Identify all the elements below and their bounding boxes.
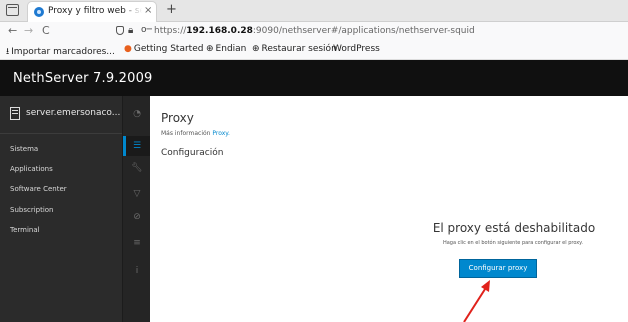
bookmark-label: Getting Started bbox=[133, 44, 204, 54]
favicon-icon bbox=[34, 7, 44, 17]
url-prefix: https:// bbox=[154, 26, 187, 36]
more-info-text: Más información bbox=[161, 130, 211, 137]
bookmark-import[interactable]: ⭳ Importar marcadores... bbox=[6, 44, 115, 60]
sidebar-item-software-center[interactable]: Software Center bbox=[10, 185, 67, 193]
bookmark-label: Importar marcadores... bbox=[11, 47, 115, 57]
forward-arrow-icon[interactable]: → bbox=[24, 24, 33, 37]
app-icon-column: ◔ ☰ 🔧︎ ▽ ⊘ ≡ i bbox=[122, 96, 151, 322]
bookmark-getting-started[interactable]: ● Getting Started bbox=[124, 44, 203, 54]
sidebar-item-terminal[interactable]: Terminal bbox=[10, 226, 40, 234]
app-header: NethServer 7.9.2009 bbox=[0, 60, 628, 96]
globe-icon: ⊕ bbox=[252, 44, 260, 54]
bookmark-endian[interactable]: ⊕ Endian bbox=[206, 44, 246, 54]
brand-title: NethServer 7.9.2009 bbox=[13, 71, 153, 86]
bookmark-restaurar[interactable]: ⊕ Restaurar sesión bbox=[252, 44, 337, 54]
import-icon: ⭳ bbox=[6, 47, 10, 57]
filter-icon[interactable]: ▽ bbox=[123, 189, 151, 199]
more-info-line: Más información Proxy. bbox=[161, 130, 230, 137]
browser-tab[interactable]: Proxy y filtro web - serve × bbox=[28, 2, 156, 22]
info-icon[interactable]: i bbox=[123, 266, 151, 276]
firefox-icon: ● bbox=[124, 44, 132, 54]
bookmark-wordpress[interactable]: WordPress bbox=[333, 44, 380, 54]
url-bar[interactable]: https://192.168.0.28:9090/nethserver#/ap… bbox=[154, 26, 475, 36]
main-content: Proxy Más información Proxy. Configuraci… bbox=[150, 96, 628, 322]
lock-icon[interactable]: 🔒︎ bbox=[128, 25, 133, 36]
sidebar: server.emersonaco... Sistema Application… bbox=[0, 96, 151, 322]
bookmark-label: Restaurar sesión bbox=[261, 44, 337, 54]
page-title: Proxy bbox=[161, 111, 194, 125]
sidebar-item-sistema[interactable]: Sistema bbox=[10, 145, 38, 153]
globe-icon: ⊕ bbox=[206, 44, 214, 54]
more-info-link[interactable]: Proxy. bbox=[212, 130, 230, 137]
tracking-shield-icon[interactable] bbox=[116, 26, 124, 35]
dashboard-icon[interactable]: ◔ bbox=[123, 109, 151, 119]
block-icon[interactable]: ⊘ bbox=[123, 212, 151, 222]
url-path: :9090/nethserver#/applications/nethserve… bbox=[252, 26, 475, 36]
server-icon bbox=[10, 107, 20, 120]
tab-title: Proxy y filtro web - serve bbox=[48, 6, 142, 16]
configure-proxy-button[interactable]: Configurar proxy bbox=[459, 259, 537, 278]
close-tab-icon[interactable]: × bbox=[144, 5, 152, 16]
wrench-icon[interactable]: 🔧︎ bbox=[123, 163, 151, 173]
url-host: 192.168.0.28 bbox=[186, 26, 253, 36]
list-icon[interactable]: ☰ bbox=[123, 141, 151, 151]
sidebar-item-subscription[interactable]: Subscription bbox=[10, 206, 54, 214]
back-arrow-icon[interactable]: ← bbox=[8, 24, 17, 37]
host-name: server.emersonaco... bbox=[26, 108, 121, 118]
browser-navbar: ← → C 🔒︎ o─ https://192.168.0.28:9090/ne… bbox=[0, 22, 628, 40]
empty-state-title: El proxy está deshabilitado bbox=[432, 221, 596, 235]
bookmark-label: WordPress bbox=[333, 44, 380, 54]
new-tab-button[interactable]: + bbox=[166, 2, 177, 17]
bars-icon[interactable]: ≡ bbox=[123, 238, 151, 248]
sidebar-item-applications[interactable]: Applications bbox=[10, 165, 53, 173]
sidebar-toggle-icon[interactable] bbox=[6, 4, 19, 16]
section-title: Configuración bbox=[161, 148, 224, 158]
empty-state-message: Haga clic en el botón siguiente para con… bbox=[442, 240, 584, 246]
browser-tab-strip: Proxy y filtro web - serve × + bbox=[0, 0, 628, 22]
bookmark-label: Endian bbox=[215, 44, 247, 54]
reload-icon[interactable]: C bbox=[42, 24, 50, 37]
key-icon[interactable]: o─ bbox=[141, 25, 152, 35]
bookmarks-bar: ⭳ Importar marcadores... ● Getting Started… bbox=[0, 40, 628, 60]
